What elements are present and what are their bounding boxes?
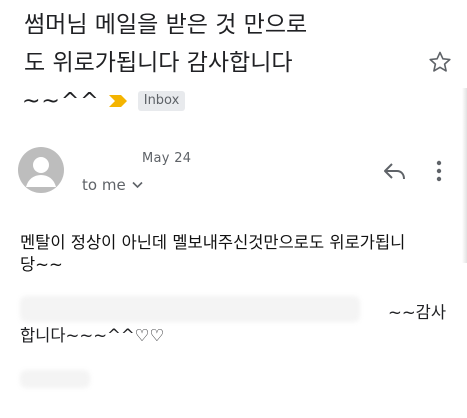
redacted-area <box>20 370 90 388</box>
email-subject: 썸머님 메일을 받은 것 만으로 도 위로가됩니다 감사합니다 <box>24 6 404 82</box>
subject-line: ~~^^ <box>22 88 100 114</box>
subject-line: 도 위로가됩니다 감사합니다 <box>24 50 293 76</box>
subject-line: 썸머님 메일을 받은 것 만으로 <box>24 12 308 38</box>
avatar[interactable] <box>18 147 64 193</box>
recipient-label: to me <box>82 176 126 194</box>
person-avatar-icon <box>26 157 56 187</box>
body-line: 멘탈이 정상이 아닌데 멜보내주신것만으로도 위로가됩니 <box>20 233 406 252</box>
scroll-edge <box>462 88 467 263</box>
body-line: 합니다~~~^^♡♡ <box>20 326 165 345</box>
email-body: 멘탈이 정상이 아닌데 멜보내주신것만으로도 위로가됩니 당~~ <box>20 232 450 276</box>
star-icon[interactable] <box>428 50 452 74</box>
subject-tag-row: ~~^^ Inbox <box>22 88 186 114</box>
reply-icon[interactable] <box>383 161 407 181</box>
chevron-down-icon <box>132 181 143 189</box>
email-date: May 24 <box>142 151 192 166</box>
more-vert-icon[interactable] <box>435 160 443 182</box>
body-line: 당~~ <box>20 255 63 274</box>
recipient-toggle[interactable]: to me <box>82 176 143 194</box>
inbox-label-chip[interactable]: Inbox <box>137 91 186 111</box>
redacted-area <box>20 296 360 322</box>
important-marker-icon[interactable] <box>108 94 128 108</box>
body-line: ~~감사 <box>388 303 447 322</box>
